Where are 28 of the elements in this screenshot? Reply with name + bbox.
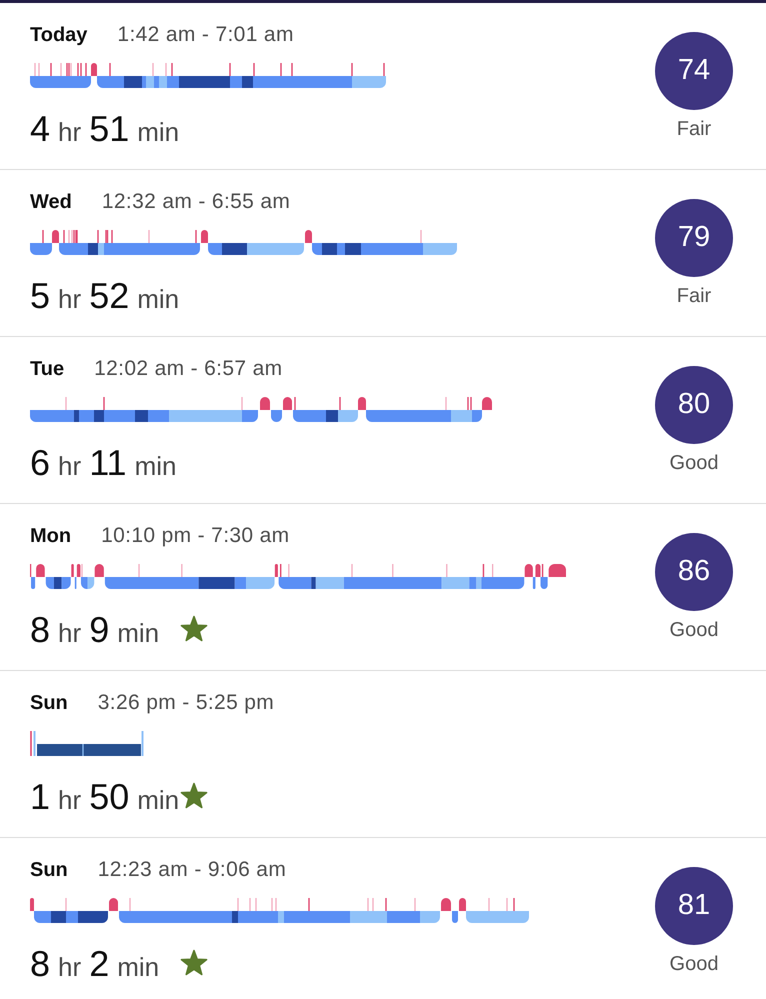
sleep-score: 81 <box>655 867 733 945</box>
time-range: 3:26 pm - 5:25 pm <box>98 691 274 715</box>
day-label: Today <box>30 23 88 47</box>
time-range: 10:10 pm - 7:30 am <box>101 524 290 548</box>
time-range: 12:02 am - 6:57 am <box>94 357 282 381</box>
sleep-duration: 4 hr 51 min <box>30 106 180 150</box>
score-rating: Good <box>670 618 718 642</box>
day-label: Tue <box>30 357 64 381</box>
sleep-duration: 8 hr 2 min <box>30 942 160 986</box>
day-label: Sun <box>30 691 68 715</box>
day-label: Sun <box>30 858 68 882</box>
score-rating: Fair <box>676 117 712 141</box>
sleep-score: 79 <box>655 199 733 277</box>
sleep-duration: 6 hr 11 min <box>30 440 178 484</box>
day-label: Wed <box>30 190 72 214</box>
time-range: 12:23 am - 9:06 am <box>98 858 286 882</box>
sleep-duration: 5 hr 52 min <box>30 274 180 318</box>
sleep-duration: 8 hr 9 min <box>30 608 160 652</box>
sleep-score: 74 <box>655 32 733 110</box>
score-rating: Good <box>670 451 718 475</box>
time-range: 1:42 am - 7:01 am <box>117 23 294 47</box>
score-rating: Fair <box>676 284 712 308</box>
score-rating: Good <box>670 952 718 976</box>
sleep-duration: 1 hr 50 min <box>30 774 180 818</box>
sleep-score: 80 <box>655 366 733 444</box>
time-range: 12:32 am - 6:55 am <box>102 190 290 214</box>
sleep-score: 86 <box>655 533 733 611</box>
day-label: Mon <box>30 524 72 548</box>
